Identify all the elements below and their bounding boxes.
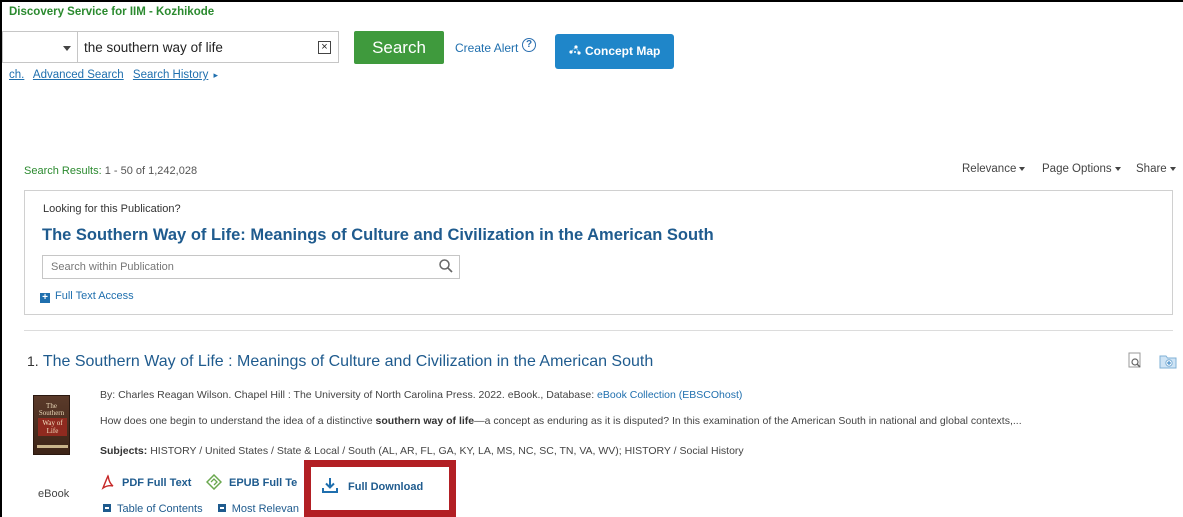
pdf-full-text-label: PDF Full Text <box>122 477 192 489</box>
relevance-dropdown[interactable]: Relevance <box>962 163 1026 175</box>
search-within-publication-input[interactable]: Search within Publication <box>42 255 460 279</box>
book-cover-image[interactable]: The Southern Way of Life <box>33 395 70 455</box>
subjects-label: Subjects: <box>100 445 148 457</box>
publication-type-label: eBook <box>38 488 70 500</box>
full-text-access-label: Full Text Access <box>55 290 134 302</box>
pdf-icon <box>101 474 114 490</box>
full-text-access-link[interactable]: + Full Text Access <box>40 290 134 303</box>
epub-full-text-link[interactable]: EPUB Full Te <box>205 473 298 491</box>
result-number: 1. <box>27 353 39 369</box>
result-action-icons <box>1128 352 1177 370</box>
page-options-dropdown[interactable]: Page Options <box>1042 163 1121 175</box>
search-input[interactable]: the southern way of life × <box>77 31 339 63</box>
expand-plus-icon: + <box>40 293 50 303</box>
chevron-down-icon <box>63 46 71 51</box>
result-title: 1. The Southern Way of Life : Meanings o… <box>27 353 653 371</box>
concept-map-button[interactable]: Concept Map <box>555 34 674 69</box>
expand-icon <box>217 504 226 512</box>
search-icon[interactable] <box>437 257 455 278</box>
preview-magnifier-icon[interactable] <box>1128 352 1147 368</box>
caret-down-icon <box>1019 166 1026 171</box>
search-sub-links: ch. Advanced Search Search History ▸ <box>9 69 224 81</box>
search-button[interactable]: Search <box>354 31 444 64</box>
table-of-contents-link[interactable]: Table of Contents <box>103 503 203 515</box>
subjects-text: HISTORY / United States / State & Local … <box>150 445 744 457</box>
full-download-button[interactable]: Full Download <box>321 476 423 494</box>
cover-text: Way of <box>42 419 63 427</box>
caret-down-icon <box>1169 166 1176 171</box>
concept-map-label: Concept Map <box>585 44 661 58</box>
cover-title-band: Way of Life <box>38 418 67 436</box>
publication-prompt: Looking for this Publication? <box>43 203 181 215</box>
search-query-text: the southern way of life <box>84 40 223 55</box>
caret-down-icon <box>1114 166 1121 171</box>
epub-full-text-label: EPUB Full Te <box>229 477 298 489</box>
cover-text: Southern <box>38 409 65 417</box>
share-dropdown[interactable]: Share <box>1136 163 1176 175</box>
service-title: Discovery Service for IIM - Kozhikode <box>9 6 215 18</box>
toc-label: Table of Contents <box>117 503 203 515</box>
concept-map-icon <box>568 34 582 69</box>
search-within-placeholder: Search within Publication <box>51 261 174 273</box>
share-label: Share <box>1136 163 1167 175</box>
most-relevant-label: Most Relevan <box>231 503 299 515</box>
database-link[interactable]: eBook Collection (EBSCOhost) <box>597 389 742 401</box>
download-icon <box>322 478 338 493</box>
abstract-text: —a concept as enduring as it is disputed… <box>474 415 1022 427</box>
relevance-label: Relevance <box>962 163 1017 175</box>
publication-title-link[interactable]: The Southern Way of Life: Meanings of Cu… <box>42 226 714 245</box>
result-subjects: Subjects: HISTORY / United States / Stat… <box>100 445 744 457</box>
full-download-highlight: Full Download <box>304 460 456 517</box>
results-count: Search Results: 1 - 50 of 1,242,028 <box>24 165 197 177</box>
result-title-link[interactable]: The Southern Way of Life : Meanings of C… <box>43 353 653 370</box>
add-to-folder-icon[interactable] <box>1159 352 1177 369</box>
results-range: 1 - 50 of 1,242,028 <box>104 165 198 177</box>
publication-finder-box: Looking for this Publication? The Southe… <box>24 190 1173 315</box>
page-options-label: Page Options <box>1042 163 1112 175</box>
results-label: Search Results: <box>24 165 102 177</box>
clear-search-button[interactable]: × <box>318 41 331 54</box>
result-byline: By: Charles Reagan Wilson. Chapel Hill :… <box>100 389 742 401</box>
byline-text: By: Charles Reagan Wilson. Chapel Hill :… <box>100 389 598 401</box>
help-icon[interactable]: ? <box>522 38 536 52</box>
full-download-label: Full Download <box>348 481 424 493</box>
cover-text: Life <box>46 427 59 435</box>
search-history-link[interactable]: Search History <box>133 69 208 81</box>
most-relevant-pages-link[interactable]: Most Relevan <box>217 503 299 515</box>
abstract-text: How does one begin to understand the ide… <box>100 415 376 427</box>
arrow-right-icon: ▸ <box>213 70 219 80</box>
basic-search-link[interactable]: ch. <box>9 69 24 81</box>
cover-decoration <box>37 445 68 448</box>
epub-icon <box>205 473 223 491</box>
result-extra-links: Table of Contents Most Relevan <box>103 503 299 515</box>
window-frame-left <box>0 0 2 517</box>
advanced-search-link[interactable]: Advanced Search <box>33 69 124 81</box>
abstract-highlight: southern way of life <box>375 415 475 427</box>
search-field-dropdown[interactable] <box>2 31 77 63</box>
pdf-full-text-link[interactable]: PDF Full Text <box>100 474 191 490</box>
expand-icon <box>103 504 111 512</box>
divider <box>24 330 1173 331</box>
window-frame-top <box>0 0 1183 2</box>
create-alert-link[interactable]: Create Alert <box>455 41 518 55</box>
result-abstract: How does one begin to understand the ide… <box>100 415 1022 427</box>
